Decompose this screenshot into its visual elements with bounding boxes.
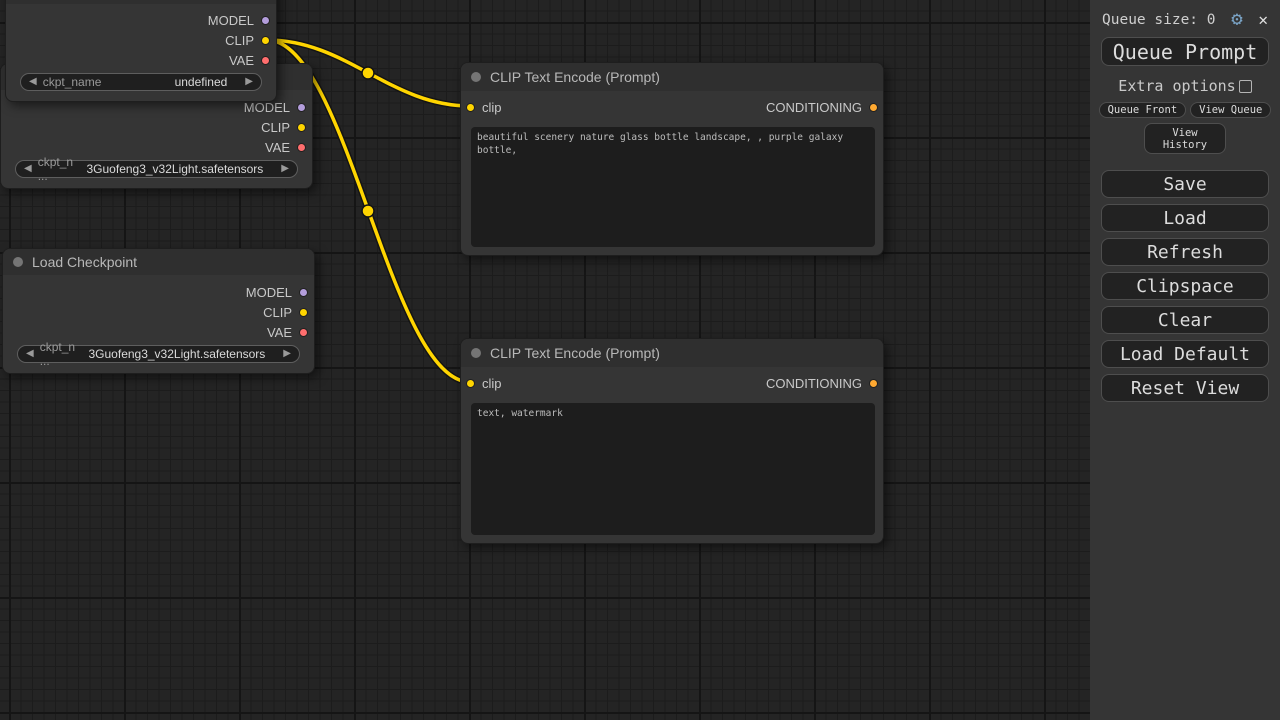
conditioning-output-dot[interactable] xyxy=(869,103,878,112)
output-slot-clip: CLIP xyxy=(6,30,276,50)
extra-options-label: Extra options xyxy=(1118,77,1235,95)
link-midpoint-dot xyxy=(362,67,374,79)
node-title: CLIP Text Encode (Prompt) xyxy=(490,345,660,361)
vae-port-dot[interactable] xyxy=(261,56,270,65)
node-clip-text-encode-positive[interactable]: CLIP Text Encode (Prompt) clip CONDITION… xyxy=(460,62,884,256)
node-title-bar[interactable]: Load Checkpoint xyxy=(3,249,314,275)
widget-prev-icon[interactable]: ◀ xyxy=(24,160,32,178)
close-icon[interactable]: ✕ xyxy=(1258,12,1268,28)
node-title: CLIP Text Encode (Prompt) xyxy=(490,69,660,85)
widget-prev-icon[interactable]: ◀ xyxy=(26,345,34,363)
view-queue-button[interactable]: View Queue xyxy=(1190,102,1271,118)
load-default-button[interactable]: Load Default xyxy=(1101,340,1269,368)
model-port-dot[interactable] xyxy=(261,16,270,25)
clip-input-dot[interactable] xyxy=(466,379,475,388)
link-midpoint-dot xyxy=(362,205,374,217)
widget-prev-icon[interactable]: ◀ xyxy=(29,73,37,91)
output-slot-clip: CLIP xyxy=(1,117,312,137)
output-slot-vae: VAE xyxy=(1,137,312,157)
clip-port-dot[interactable] xyxy=(299,308,308,317)
node-graph-canvas[interactable]: MODEL CLIP VAE ◀ ckpt_n ... 3Guofeng3_v3… xyxy=(0,0,1090,720)
widget-next-icon[interactable]: ▶ xyxy=(245,73,253,91)
load-button[interactable]: Load xyxy=(1101,204,1269,232)
ckpt-name-widget[interactable]: ◀ ckpt_n ... 3Guofeng3_v32Light.safetens… xyxy=(17,345,300,363)
node-load-checkpoint-top[interactable]: MODEL CLIP VAE ◀ ckpt_name undefined ▶ xyxy=(5,0,277,102)
output-slot-clip: CLIP xyxy=(3,302,314,322)
output-slot-model: MODEL xyxy=(6,10,276,30)
view-history-button[interactable]: View History xyxy=(1144,123,1226,154)
positive-prompt-textarea[interactable]: beautiful scenery nature glass bottle la… xyxy=(471,127,875,247)
extra-options-checkbox[interactable] xyxy=(1239,80,1252,93)
refresh-button[interactable]: Refresh xyxy=(1101,238,1269,266)
collapse-dot[interactable] xyxy=(471,348,481,358)
node-load-checkpoint[interactable]: Load Checkpoint MODEL CLIP VAE ◀ ckpt_n xyxy=(2,248,315,374)
clip-port-dot[interactable] xyxy=(261,36,270,45)
model-port-dot[interactable] xyxy=(297,103,306,112)
conditioning-output-dot[interactable] xyxy=(869,379,878,388)
ckpt-name-widget[interactable]: ◀ ckpt_n ... 3Guofeng3_v32Light.safetens… xyxy=(15,160,298,178)
widget-next-icon[interactable]: ▶ xyxy=(281,160,289,178)
negative-prompt-textarea[interactable]: text, watermark xyxy=(471,403,875,535)
node-clip-text-encode-negative[interactable]: CLIP Text Encode (Prompt) clip CONDITION… xyxy=(460,338,884,544)
queue-front-button[interactable]: Queue Front xyxy=(1099,102,1187,118)
save-button[interactable]: Save xyxy=(1101,170,1269,198)
queue-size-label: Queue size: 0 xyxy=(1102,12,1216,28)
reset-view-button[interactable]: Reset View xyxy=(1101,374,1269,402)
clear-button[interactable]: Clear xyxy=(1101,306,1269,334)
clip-input-dot[interactable] xyxy=(466,103,475,112)
model-port-dot[interactable] xyxy=(299,288,308,297)
node-title-bar[interactable]: CLIP Text Encode (Prompt) xyxy=(461,63,883,91)
vae-port-dot[interactable] xyxy=(297,143,306,152)
comfy-menu-panel: Queue size: 0 ⚙ ✕ Queue Prompt Extra opt… xyxy=(1090,0,1280,720)
ckpt-name-widget[interactable]: ◀ ckpt_name undefined ▶ xyxy=(20,73,262,91)
vae-port-dot[interactable] xyxy=(299,328,308,337)
output-slot-vae: VAE xyxy=(3,322,314,342)
clip-port-dot[interactable] xyxy=(297,123,306,132)
queue-prompt-button[interactable]: Queue Prompt xyxy=(1101,37,1269,66)
output-slot-model: MODEL xyxy=(3,282,314,302)
settings-gear-icon[interactable]: ⚙ xyxy=(1231,10,1242,29)
output-slot-vae: VAE xyxy=(6,50,276,70)
node-title: Load Checkpoint xyxy=(32,254,137,270)
clipspace-button[interactable]: Clipspace xyxy=(1101,272,1269,300)
collapse-dot[interactable] xyxy=(13,257,23,267)
collapse-dot[interactable] xyxy=(471,72,481,82)
widget-next-icon[interactable]: ▶ xyxy=(283,345,291,363)
node-title-bar[interactable]: CLIP Text Encode (Prompt) xyxy=(461,339,883,367)
